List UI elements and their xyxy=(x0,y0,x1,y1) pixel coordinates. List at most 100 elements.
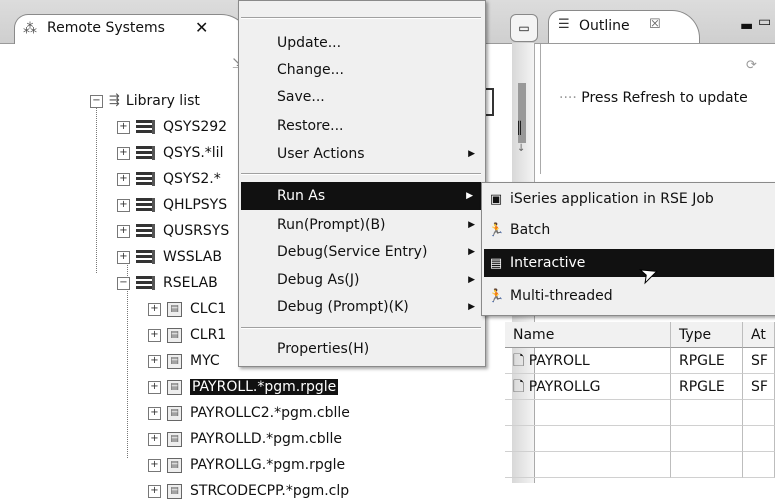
menu-item-properties[interactable]: Properties(H) xyxy=(239,335,485,363)
submenu-item-batch[interactable]: 🏃 Batch xyxy=(482,216,775,244)
iseries-job-icon: ▣ xyxy=(489,192,503,207)
program-icon: ▤ xyxy=(167,379,182,395)
batch-run-icon: 🏃 xyxy=(488,223,505,238)
menu-item-update[interactable]: Update... xyxy=(239,29,485,57)
tree-node-library[interactable]: − RSELAB xyxy=(117,270,218,296)
tree-node-object[interactable]: + ▤ STRCODECPP.*pgm.clp xyxy=(148,478,349,504)
step-icon[interactable]: ↓ xyxy=(517,143,525,154)
tree-node-label: QSYS292 xyxy=(163,119,228,135)
tree-node-library[interactable]: + QSYS292 xyxy=(117,114,227,140)
tree-node-library[interactable]: + QUSRSYS xyxy=(117,218,229,244)
library-icon xyxy=(136,198,155,212)
program-icon: ▤ xyxy=(167,327,182,343)
expand-icon[interactable]: + xyxy=(148,302,161,316)
library-icon xyxy=(136,250,155,264)
table-cell: RPGLE xyxy=(671,348,743,374)
tree-node-label: Library list xyxy=(125,93,200,109)
submenu-item-rse-job[interactable]: ▣ iSeries application in RSE Job xyxy=(482,185,775,213)
interactive-run-icon: ▤ xyxy=(489,256,503,271)
column-header-attribute[interactable]: At xyxy=(743,322,775,348)
submenu-item-interactive[interactable]: ▤ Interactive xyxy=(484,249,774,277)
tab-outline[interactable]: ☰ Outline ☒ xyxy=(548,10,700,43)
tree-node-label: RSELAB xyxy=(163,275,218,291)
menu-item-save[interactable]: Save... xyxy=(239,83,485,111)
tree-node-object[interactable]: + ▤ PAYROLLG.*pgm.rpgle xyxy=(148,452,345,478)
table-cell: SF xyxy=(743,348,775,374)
library-icon xyxy=(136,120,155,134)
table-row[interactable]: 🗋 PAYROLL xyxy=(505,348,671,374)
tree-node-object-selected[interactable]: + ▤ PAYROLL.*pgm.rpgle xyxy=(148,374,339,400)
expand-icon[interactable]: + xyxy=(148,380,161,394)
menu-item-debug-service-entry[interactable]: Debug(Service Entry) ▶ xyxy=(239,238,485,266)
expand-icon[interactable]: + xyxy=(148,354,161,368)
minimize-icon[interactable]: ▬ xyxy=(740,18,753,34)
expand-icon[interactable]: + xyxy=(117,224,130,238)
library-icon xyxy=(136,172,155,186)
tree-node-label: QSYS.*lil xyxy=(163,145,224,161)
library-list-icon: ⇶ xyxy=(109,93,120,108)
tree-node-object[interactable]: + ▤ MYC xyxy=(148,348,220,374)
expand-icon[interactable]: + xyxy=(117,172,130,186)
table-row[interactable]: 🗋 PAYROLLG xyxy=(505,374,671,400)
tree-node-label: QUSRSYS xyxy=(163,223,230,239)
close-icon[interactable]: ✕ xyxy=(195,18,208,37)
menu-item-debug-as[interactable]: Debug As(J) ▶ xyxy=(239,266,485,294)
tree-node-library[interactable]: + QSYS2.* xyxy=(117,166,221,192)
expand-icon[interactable]: + xyxy=(148,458,161,472)
menu-item-debug-prompt[interactable]: Debug (Prompt)(K) ▶ xyxy=(239,293,485,321)
submenu-arrow-icon: ▶ xyxy=(468,275,475,285)
submenu-arrow-icon: ▶ xyxy=(468,220,475,230)
submenu-arrow-icon: ▶ xyxy=(466,191,473,201)
expand-icon[interactable]: + xyxy=(148,328,161,342)
tree-node-label: QHLPSYS xyxy=(163,197,228,213)
tree-node-label: WSSLAB xyxy=(163,249,222,265)
column-header-name[interactable]: Name xyxy=(505,322,671,348)
member-icon: 🗋 xyxy=(513,379,525,395)
program-icon: ▤ xyxy=(167,457,182,473)
menu-item-change[interactable]: Change... xyxy=(239,56,485,84)
close-icon[interactable]: ☒ xyxy=(649,17,661,32)
expand-icon[interactable]: + xyxy=(148,406,161,420)
tree-node-library-list[interactable]: − ⇶ Library list xyxy=(90,88,200,114)
table-cell: RPGLE xyxy=(671,374,743,400)
collapse-icon[interactable]: − xyxy=(90,94,103,108)
menu-item-run-as[interactable]: Run As ▶ xyxy=(241,182,483,210)
library-icon xyxy=(136,146,155,160)
expand-icon[interactable]: + xyxy=(148,484,161,498)
tree-node-object[interactable]: + ▤ CLR1 xyxy=(148,322,226,348)
multi-threaded-run-icon: 🏃 xyxy=(488,289,505,304)
library-icon xyxy=(136,276,155,290)
tree-node-library[interactable]: + QHLPSYS xyxy=(117,192,227,218)
restore-view-button[interactable]: ▭ xyxy=(510,14,538,42)
menu-item-run-prompt[interactable]: Run(Prompt)(B) ▶ xyxy=(239,211,485,239)
outline-message: ···· Press Refresh to update xyxy=(559,90,748,106)
expand-icon[interactable]: + xyxy=(148,432,161,446)
expand-icon[interactable]: + xyxy=(117,146,130,160)
tree-node-object[interactable]: + ▤ PAYROLLD.*pgm.cblle xyxy=(148,426,342,452)
tree-node-label: PAYROLLC2.*pgm.cblle xyxy=(190,405,350,421)
tab-remote-systems[interactable]: ⁂ Remote Systems ✕ xyxy=(14,14,251,44)
menu-item-restore[interactable]: Restore... xyxy=(239,112,485,140)
program-icon: ▤ xyxy=(167,405,182,421)
submenu-arrow-icon: ▶ xyxy=(468,302,475,312)
menu-item-user-actions[interactable]: User Actions ▶ xyxy=(239,140,485,168)
expand-icon[interactable]: + xyxy=(117,250,130,264)
expand-icon[interactable]: + xyxy=(117,120,130,134)
refresh-icon[interactable]: ⟳ xyxy=(746,58,757,73)
scroll-icon[interactable]: ║ xyxy=(516,121,523,135)
tree-node-library[interactable]: + QSYS.*lil xyxy=(117,140,223,166)
expand-icon[interactable]: + xyxy=(117,198,130,212)
tree-node-label: PAYROLL.*pgm.rpgle xyxy=(190,379,339,395)
tree-node-library[interactable]: + WSSLAB xyxy=(117,244,222,270)
collapse-icon[interactable]: − xyxy=(117,276,130,290)
submenu-item-multi-threaded[interactable]: 🏃 Multi-threaded xyxy=(482,282,775,310)
maximize-icon[interactable]: ▭ xyxy=(758,14,771,30)
tree-node-object[interactable]: + ▤ CLC1 xyxy=(148,296,226,322)
column-header-type[interactable]: Type xyxy=(671,322,743,348)
outline-content: ⟳ ···· Press Refresh to update xyxy=(540,44,775,174)
tree-node-label: CLR1 xyxy=(190,327,227,343)
tree-node-object[interactable]: + ▤ PAYROLLC2.*pgm.cblle xyxy=(148,400,350,426)
program-icon: ▤ xyxy=(167,301,182,317)
library-icon xyxy=(136,224,155,238)
submenu-arrow-icon: ▶ xyxy=(468,247,475,257)
